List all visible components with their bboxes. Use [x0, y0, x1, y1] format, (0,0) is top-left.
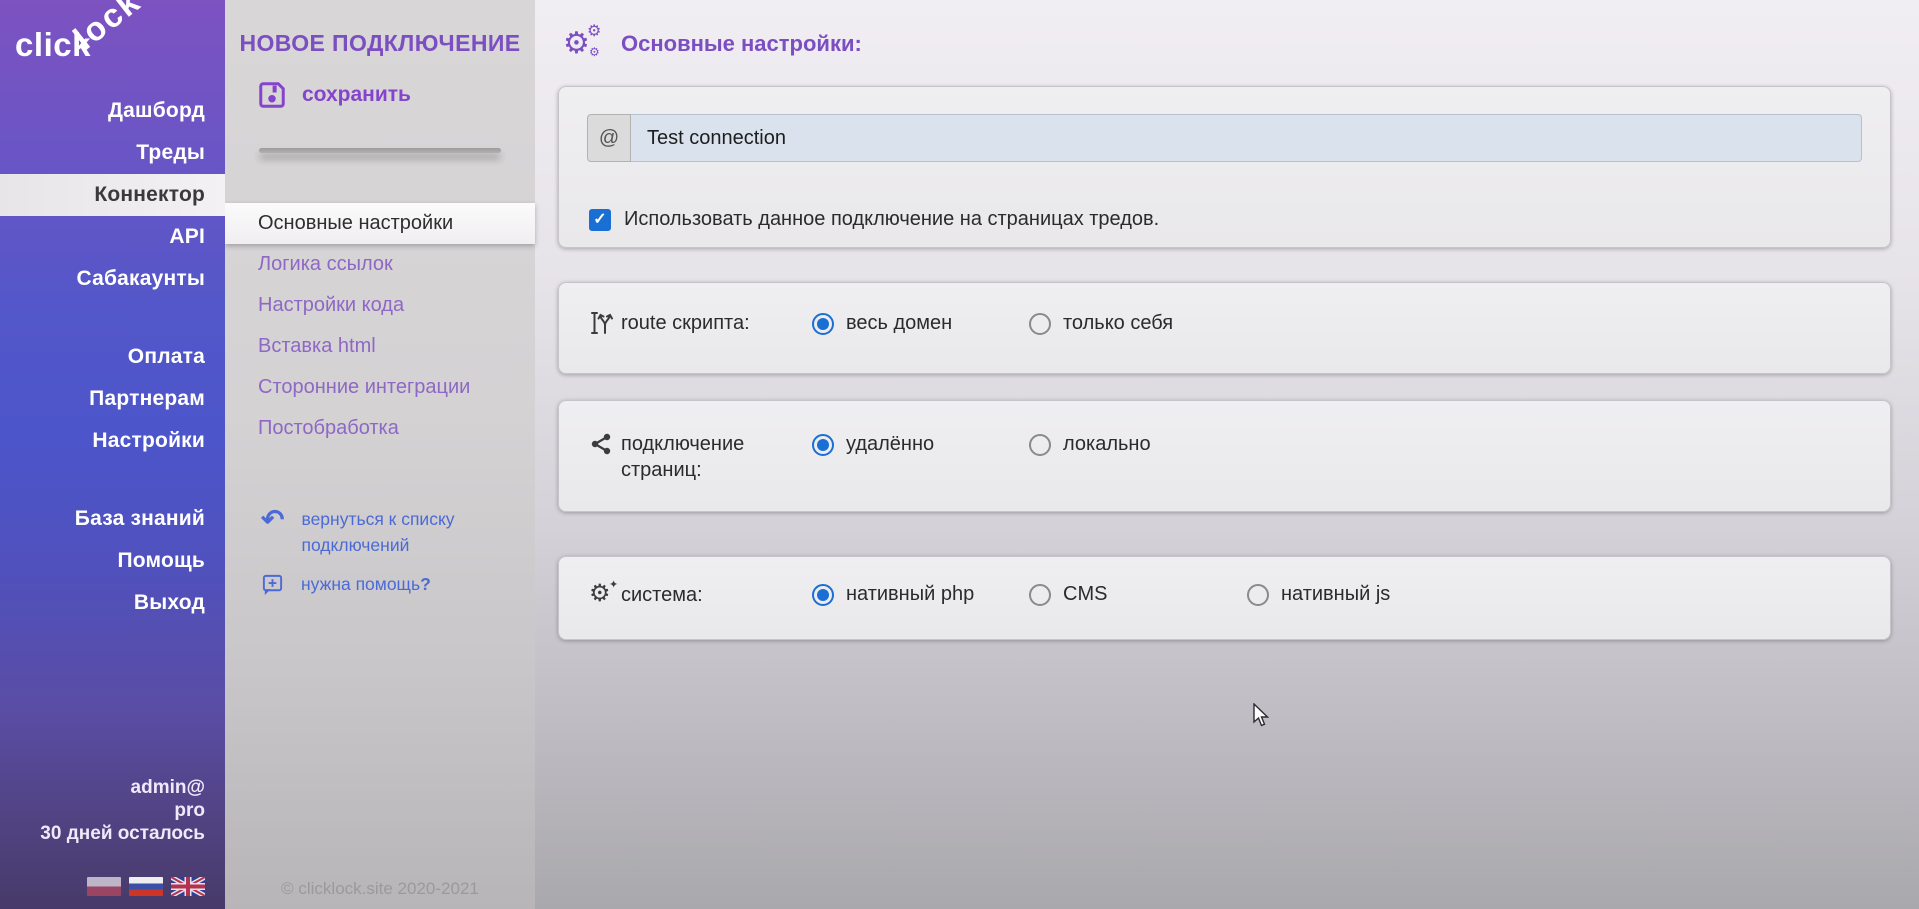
use-on-threads-checkbox[interactable]: ✓ — [589, 209, 611, 231]
sidebar-item-dashboard[interactable]: Дашборд — [0, 90, 225, 132]
gear-icon: ⚙ — [589, 46, 600, 58]
radio-native-php[interactable] — [812, 584, 834, 606]
save-label: сохранить — [302, 83, 411, 107]
radio-option[interactable]: локально — [1029, 433, 1151, 456]
menu-item-main-settings[interactable]: Основные настройки — [225, 203, 535, 244]
panel-menu: Основные настройки Логика ссылок Настрой… — [225, 203, 535, 449]
panel-title: НОВОЕ ПОДКЛЮЧЕНИЕ — [225, 30, 535, 57]
radio-whole-domain[interactable] — [812, 313, 834, 335]
page-title: Основные настройки: — [621, 31, 862, 57]
sidebar-item-help[interactable]: Помощь — [0, 540, 225, 582]
radio-remote[interactable] — [812, 434, 834, 456]
menu-item-third-party[interactable]: Сторонние интеграции — [225, 367, 535, 408]
back-to-list-link[interactable]: ↶ вернуться к списку подключений — [261, 506, 496, 559]
menu-item-code-settings[interactable]: Настройки кода — [225, 285, 535, 326]
sidebar-item-settings[interactable]: Настройки — [0, 420, 225, 462]
clicklock-logo: clicklock — [15, 26, 165, 64]
radio-cms[interactable] — [1029, 584, 1051, 606]
sidebar-item-api[interactable]: API — [0, 216, 225, 258]
undo-arrow-icon: ↶ — [261, 506, 284, 559]
radio-native-js[interactable] — [1247, 584, 1269, 606]
save-button[interactable]: сохранить — [257, 80, 411, 110]
radio-option[interactable]: CMS — [1029, 583, 1107, 606]
pages-connection-card: подключение страниц: удалённо локально — [558, 400, 1891, 512]
gear-icon: ⚙ — [587, 24, 601, 40]
nav-gap — [0, 300, 225, 336]
radio-local[interactable] — [1029, 434, 1051, 456]
system-card: ⚙ ✦ система: нативный php CMS нативный j… — [558, 556, 1891, 640]
account-info: admin@ pro 30 дней осталось — [40, 776, 205, 845]
app-window: ⚙ ⚙ ⚙ Основные настройки: @ ✓ Использова… — [0, 0, 1919, 909]
route-card: route скрипта: весь домен только себя — [558, 282, 1891, 374]
sidebar-item-payment[interactable]: Оплата — [0, 336, 225, 378]
save-icon — [257, 80, 287, 110]
route-icon — [589, 309, 616, 342]
poland-flag[interactable] — [87, 877, 121, 896]
uk-flag[interactable] — [171, 877, 205, 896]
copyright: © clicklock.site 2020-2021 — [225, 879, 535, 899]
gear-plus-icon: ⚙ ✦ — [589, 580, 619, 608]
sidebar-item-subaccounts[interactable]: Сабакаунты — [0, 258, 225, 300]
sidebar-item-partners[interactable]: Партнерам — [0, 378, 225, 420]
use-on-threads-row: ✓ Использовать данное подключение на стр… — [589, 208, 1159, 231]
gear-icon: ⚙ — [563, 29, 590, 59]
menu-item-postprocessing[interactable]: Постобработка — [225, 408, 535, 449]
main-sidebar: clicklock Дашборд Треды Коннектор API Са… — [0, 0, 225, 909]
menu-item-html-insert[interactable]: Вставка html — [225, 326, 535, 367]
need-help-link[interactable]: нужна помощь? — [261, 571, 431, 597]
language-switcher — [87, 877, 205, 896]
main-header: ⚙ ⚙ ⚙ Основные настройки: — [563, 24, 862, 64]
radio-option[interactable]: удалённо — [812, 433, 934, 456]
sidebar-item-connector[interactable]: Коннектор — [0, 174, 225, 216]
route-label: route скрипта: — [621, 310, 776, 336]
russia-flag[interactable] — [129, 877, 163, 896]
radio-only-self[interactable] — [1029, 313, 1051, 335]
panel-divider — [259, 148, 501, 153]
account-days-left: 30 дней осталось — [40, 822, 205, 845]
radio-option[interactable]: нативный js — [1247, 583, 1390, 606]
pages-connection-label: подключение страниц: — [621, 431, 776, 483]
sidebar-nav: Дашборд Треды Коннектор API Сабакаунты О… — [0, 90, 225, 624]
radio-option[interactable]: нативный php — [812, 583, 974, 606]
use-on-threads-label: Использовать данное подключение на стран… — [624, 208, 1159, 231]
nav-gap — [0, 462, 225, 498]
check-icon: ✓ — [593, 212, 606, 228]
sidebar-item-threads[interactable]: Треды — [0, 132, 225, 174]
connection-panel: НОВОЕ ПОДКЛЮЧЕНИЕ сохранить Основные нас… — [225, 0, 535, 909]
settings-gears-icon: ⚙ ⚙ ⚙ — [563, 24, 605, 64]
sidebar-item-logout[interactable]: Выход — [0, 582, 225, 624]
account-plan: pro — [40, 799, 205, 822]
radio-option[interactable]: только себя — [1029, 312, 1173, 335]
main-content: ⚙ ⚙ ⚙ Основные настройки: @ ✓ Использова… — [535, 0, 1919, 909]
at-prefix-icon: @ — [587, 114, 631, 162]
connection-name-input[interactable] — [631, 114, 1862, 162]
system-label: система: — [621, 582, 776, 608]
account-email: admin@ — [40, 776, 205, 799]
add-comment-icon — [261, 573, 284, 596]
mouse-cursor — [1252, 703, 1276, 729]
connection-name-group: @ — [587, 114, 1862, 162]
share-icon — [589, 432, 613, 461]
menu-item-link-logic[interactable]: Логика ссылок — [225, 244, 535, 285]
radio-option[interactable]: весь домен — [812, 312, 952, 335]
sidebar-item-knowledge-base[interactable]: База знаний — [0, 498, 225, 540]
connection-name-card: @ ✓ Использовать данное подключение на с… — [558, 86, 1891, 248]
